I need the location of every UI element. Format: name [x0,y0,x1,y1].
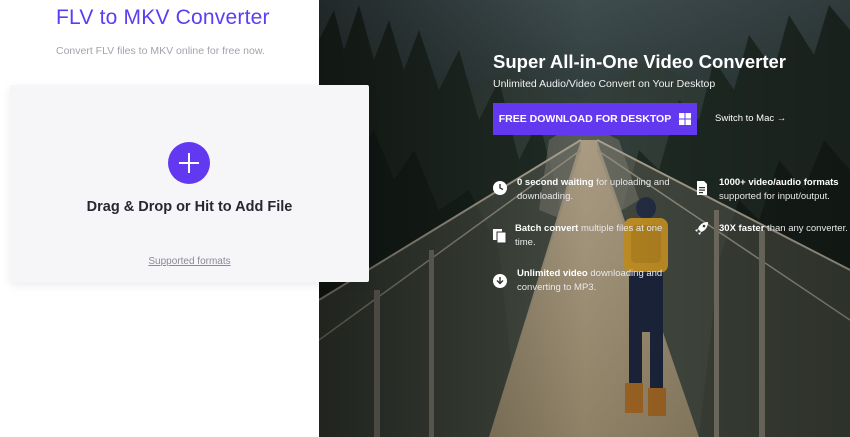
hero-section: Super All-in-One Video Converter Unlimit… [319,0,850,437]
feature-unlimited-video: Unlimited video downloading and converti… [517,268,663,293]
feature-batch-convert: Batch convert multiple files at one time… [515,223,663,248]
drop-label: Drag & Drop or Hit to Add File [86,199,293,215]
free-download-button[interactable]: FREE DOWNLOAD FOR DESKTOP [493,103,697,135]
page-subtitle: Convert FLV files to MKV online for free… [56,45,265,57]
feature-faster: 30X faster than any converter. [719,223,848,234]
hero-content: Super All-in-One Video Converter Unlimit… [319,0,850,437]
page: FLV to MKV Converter Convert FLV files t… [0,0,850,437]
download-button-label: FREE DOWNLOAD FOR DESKTOP [498,113,672,125]
feature-formats: 1000+ video/audio formats supported for … [719,177,839,202]
clock-icon [493,181,507,195]
feature-0-second-waiting: 0 second waiting for uploading and downl… [517,177,670,202]
copy-files-icon [493,229,507,244]
hero-subtitle: Unlimited Audio/Video Convert on Your De… [493,78,716,90]
page-title: FLV to MKV Converter [56,6,270,29]
plus-icon [179,153,199,173]
add-file-button[interactable] [168,142,210,184]
rocket-icon [695,222,708,235]
hero-title: Super All-in-One Video Converter [493,51,786,72]
download-circle-icon [493,274,507,288]
file-drop-zone[interactable]: Drag & Drop or Hit to Add File Supported… [10,85,369,282]
file-formats-icon [697,181,707,195]
windows-icon [679,113,692,125]
supported-formats-link[interactable]: Supported formats [10,256,369,267]
switch-to-mac-link[interactable]: Switch to Mac → [715,113,786,124]
